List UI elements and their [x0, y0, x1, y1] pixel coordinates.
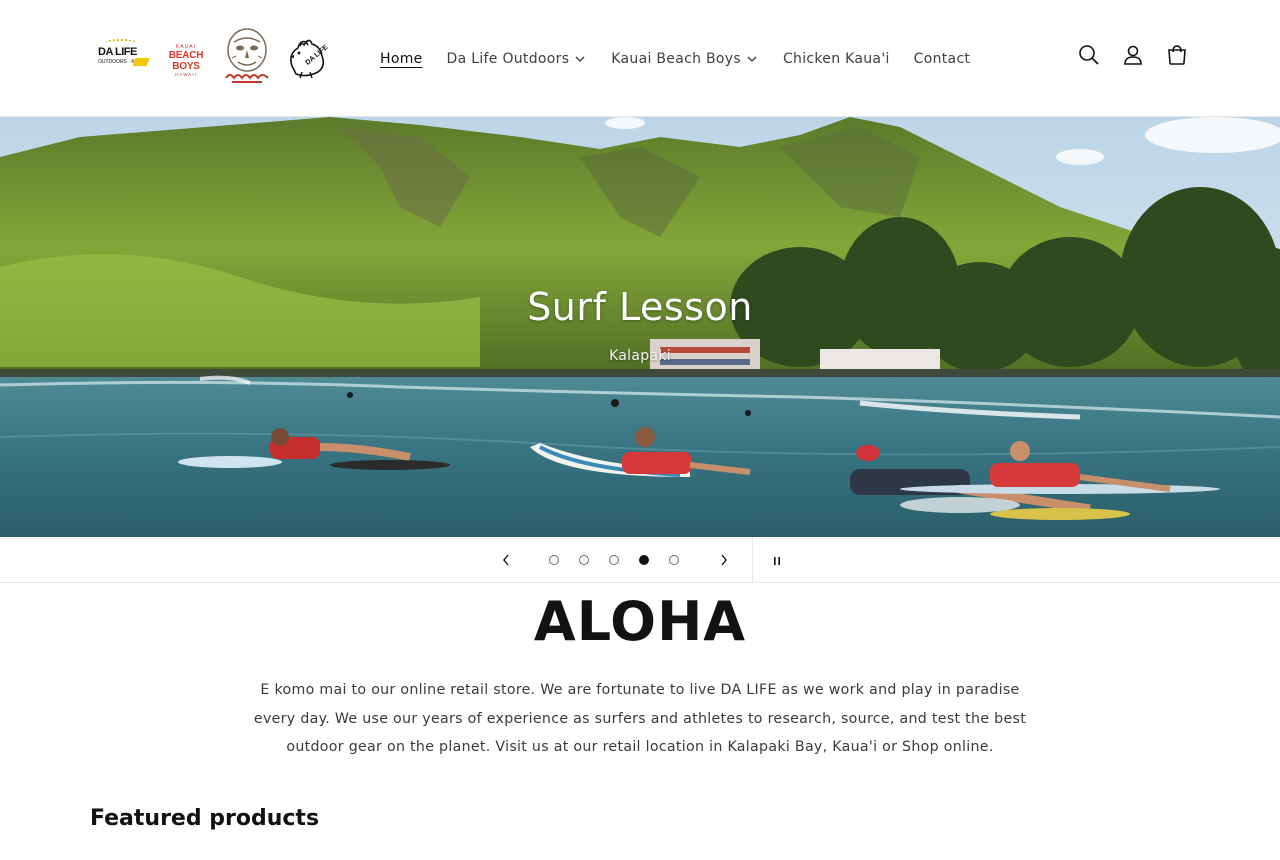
nav-item-contact-label: Contact [913, 51, 971, 67]
kalapaki-kauai-mask-logo[interactable] [222, 28, 272, 86]
da-life-logo-text: DA LIFE [98, 46, 137, 58]
next-slide-button[interactable] [712, 549, 736, 571]
hero-subtitle: Kalapaki [609, 348, 671, 364]
chevron-left-icon [502, 551, 510, 570]
slide-dot-4[interactable] [639, 555, 649, 565]
cart-icon[interactable] [1166, 44, 1188, 66]
chevron-right-icon [720, 551, 728, 570]
previous-slide-button[interactable] [494, 549, 518, 571]
chevron-down-icon [747, 53, 759, 65]
nav-item-chicken-kauai-label: Chicken Kaua'i [782, 51, 890, 67]
da-life-outdoors-logo[interactable]: DA LIFE OUTDOORS · KAUAI [96, 39, 150, 70]
slide-dot-2[interactable] [579, 555, 589, 565]
search-icon[interactable] [1078, 44, 1100, 66]
slide-dot-1[interactable] [549, 555, 559, 565]
featured-products-heading: Featured products [90, 806, 320, 831]
nav-item-kauai-beach-boys-label: Kauai Beach Boys [611, 51, 741, 67]
site-header: DA LIFE OUTDOORS · KAUAI KAUAI BEACH BOY… [0, 0, 1280, 117]
nav-item-home[interactable]: Home [380, 48, 423, 70]
slide-dot-3[interactable] [609, 555, 619, 565]
controls-divider [752, 537, 753, 583]
slideshow-controls [0, 537, 1280, 583]
main-nav: Home Da Life Outdoors Kauai Beach Boys C… [380, 48, 994, 70]
hero-slideshow: Surf Lesson Kalapaki [0, 117, 1280, 537]
aloha-heading: ALOHA [533, 590, 747, 653]
chevron-down-icon [575, 53, 587, 65]
kbb-logo-main: BEACH BOYS [168, 50, 204, 72]
brand-logos[interactable]: DA LIFE OUTDOORS · KAUAI KAUAI BEACH BOY… [96, 28, 332, 86]
intro-text: E komo mai to our online retail store. W… [253, 682, 1027, 755]
pause-icon [773, 551, 781, 570]
account-icon[interactable] [1122, 44, 1144, 66]
kbb-logo-bottom: HAWAII [175, 72, 197, 77]
kauai-beach-boys-logo[interactable]: KAUAI BEACH BOYS HAWAII [154, 44, 218, 77]
header-actions [1078, 44, 1188, 66]
chicken-kauai-logo[interactable]: DA LIFE [284, 36, 330, 80]
pause-slideshow-button[interactable] [766, 549, 788, 571]
nav-item-contact[interactable]: Contact [914, 48, 971, 70]
hero-title: Surf Lesson [527, 285, 753, 329]
slide-dot-5[interactable] [669, 555, 679, 565]
nav-item-da-life-outdoors[interactable]: Da Life Outdoors [447, 48, 588, 70]
nav-item-chicken-kauai[interactable]: Chicken Kaua'i [783, 48, 890, 70]
nav-item-home-label: Home [380, 51, 423, 67]
nav-item-da-life-outdoors-label: Da Life Outdoors [446, 51, 570, 67]
nav-item-kauai-beach-boys[interactable]: Kauai Beach Boys [611, 48, 759, 70]
